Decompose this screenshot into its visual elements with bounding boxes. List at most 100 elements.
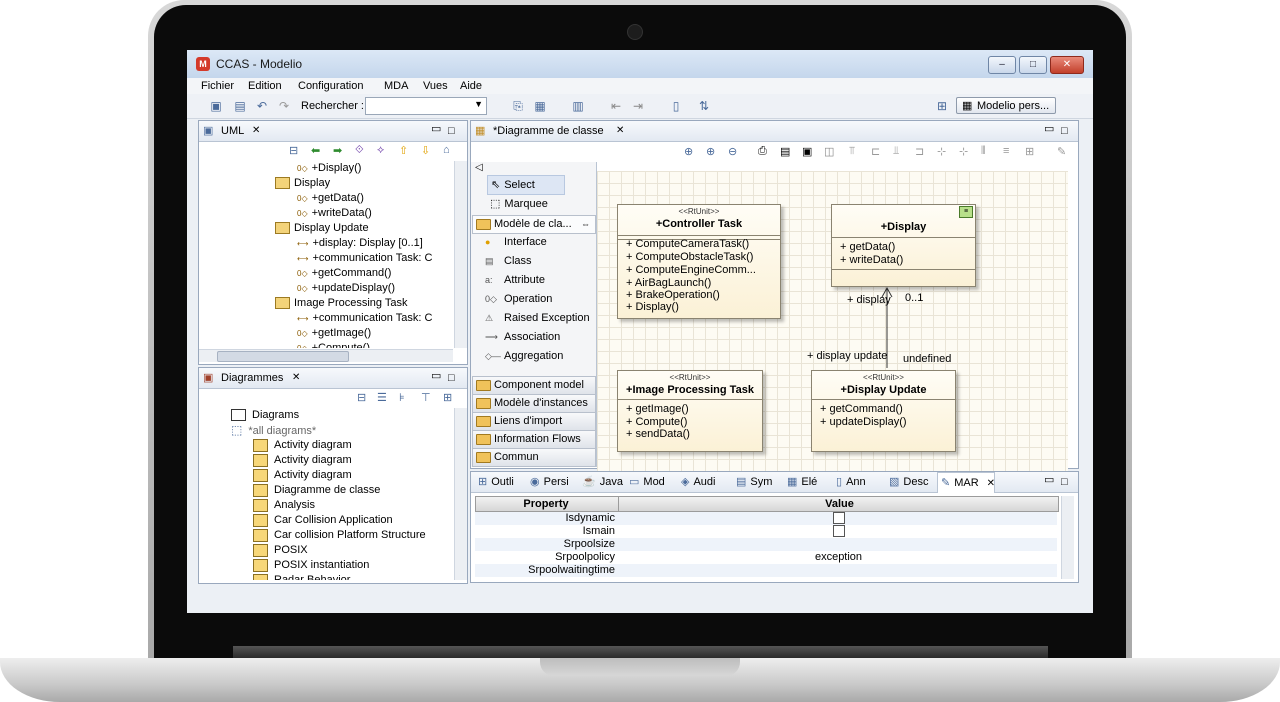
operation[interactable]: + sendData() [626,428,690,440]
menu-configuration[interactable]: Configuration [298,78,363,94]
property-tab[interactable]: ▦ Elé [784,472,831,492]
operation[interactable]: + getData() [840,241,895,253]
open-project-icon[interactable]: ▣ [209,99,223,113]
diagram-item[interactable]: Activity diagram [199,438,352,453]
palette-select[interactable]: ⇖ Select [487,175,565,195]
link-icon[interactable]: ⟐ [355,144,364,157]
palette-group[interactable]: Component model [472,376,596,395]
grid-icon[interactable]: ⊞ [1025,145,1034,158]
close-tab-icon[interactable]: ✕ [252,121,260,141]
perspective-button[interactable]: ▦ Modelio pers... [956,97,1056,114]
export-icon[interactable]: ▤ [780,145,790,158]
diagram-item[interactable]: Car Collision Application [199,513,393,528]
arrow-down-icon[interactable]: ⇩ [421,144,430,157]
operation[interactable]: + Display() [626,301,679,313]
tree-item[interactable]: Image Processing Task [199,296,408,311]
scrollbar-thumb[interactable] [217,351,349,362]
align-right-icon[interactable]: ⊐ [915,145,924,158]
palette-item[interactable]: ▤ Class [485,252,596,270]
minimize-view-icon[interactable]: ▭ [1044,470,1054,490]
open-perspective-icon[interactable]: ⊞ [935,99,949,113]
tree-icon[interactable]: ⊧ [399,391,405,404]
palette-group[interactable]: Liens d'import [472,412,596,431]
tree-item[interactable]: 0◇ +getData() [199,191,364,206]
operation[interactable]: + writeData() [840,254,903,266]
diagrams-vertical-scrollbar[interactable] [454,408,467,580]
diagram-item[interactable]: Activity diagram [199,453,352,468]
undo-icon[interactable]: ↶ [255,99,269,113]
palette-item[interactable]: ⚠ Raised Exception [485,309,596,327]
operation[interactable]: + AirBagLaunch() [626,277,711,289]
sort-icon[interactable]: ⇅ [697,99,711,113]
palette-group[interactable]: Commun [472,448,596,467]
property-tab[interactable]: ☕ Java [579,472,624,492]
uml-horizontal-scrollbar[interactable] [199,349,453,362]
arrow-up-icon[interactable]: ⇧ [399,144,408,157]
close-button[interactable]: ✕ [1050,56,1084,74]
distribute-h-icon[interactable]: ⫴ [981,145,986,158]
back-icon[interactable]: ⇤ [609,99,623,113]
chevron-down-icon[interactable]: ▼ [474,99,483,109]
home-icon[interactable]: ⌂ [443,144,450,156]
image-icon[interactable]: ▣ [802,145,812,158]
maximize-view-icon[interactable]: □ [448,121,455,141]
settings-icon[interactable]: ⊞ [443,391,452,404]
align-middle-icon[interactable]: ⊹ [959,145,968,158]
zoom-out-icon[interactable]: ⊖ [728,145,737,158]
palette-group-class-model[interactable]: Modèle de cla... ⇔ [472,215,596,234]
tree-item[interactable]: Display Update [199,221,369,236]
diagram-item[interactable]: Radar Behavior [199,573,350,580]
operation[interactable]: + getCommand() [820,403,903,415]
property-tab[interactable]: ◉ Persi [527,472,577,492]
tree-item[interactable]: ⟷ +communication Task: C [199,311,432,326]
tree-item[interactable]: ⟷ +communication Task: C [199,251,432,266]
menu-edition[interactable]: Edition [248,78,282,94]
minimize-button[interactable]: – [988,56,1016,74]
minimize-view-icon[interactable]: ▭ [431,119,441,139]
property-tab[interactable]: ◈ Audi [678,472,731,492]
arrow-right-icon[interactable]: ➡ [333,144,342,157]
tree-item[interactable]: 0◇ +Display() [199,161,361,176]
collapse-palette-icon[interactable]: ◁ [475,162,483,173]
forward-icon[interactable]: ⇥ [631,99,645,113]
palette-item[interactable]: ⟶ Association [485,328,596,346]
class-image-processing-task[interactable]: <<RtUnit>> +Image Processing Task + getI… [617,370,763,452]
diagram-item[interactable]: Activity diagram [199,468,352,483]
model-icon[interactable]: ▦ [533,99,547,113]
arrow-left-icon[interactable]: ⬅ [311,144,320,157]
operation[interactable]: + getImage() [626,403,689,415]
diagrams-tab[interactable]: ▣ Diagrammes ✕ ▭ □ [199,368,467,389]
property-value[interactable]: exception [620,551,1057,564]
tree-item[interactable]: Display [199,176,330,191]
diagram-item[interactable]: ⬚ *all diagrams* [199,423,316,438]
tree-item[interactable]: ⟷ +display: Display [0..1] [199,236,423,251]
operation[interactable]: + ComputeCameraTask() [626,238,749,250]
operation[interactable]: + updateDisplay() [820,416,907,428]
palette-item[interactable]: a: Attribute [485,271,596,289]
distribute-v-icon[interactable]: ≡ [1003,145,1009,157]
palette-item[interactable]: ● Interface [485,233,596,251]
close-tab-icon[interactable]: ✕ [987,478,995,489]
print-icon[interactable]: ⎙ [758,145,767,158]
tree-item[interactable]: 0◇ +getCommand() [199,266,391,281]
diagram-item[interactable]: Analysis [199,498,315,513]
filter-icon[interactable]: ☰ [377,391,387,404]
close-tab-icon[interactable]: ✕ [292,368,300,388]
tree-item[interactable]: 0◇+Compute() [199,341,370,348]
maximize-button[interactable]: □ [1019,56,1047,74]
diagram-icon[interactable]: ▥ [571,99,585,113]
operation[interactable]: + ComputeEngineComm... [626,264,756,276]
checkbox[interactable] [832,512,845,524]
link-all-icon[interactable]: ⟡ [377,144,384,157]
zoom-fit-icon[interactable]: ⊕ [706,145,715,158]
brush-icon[interactable]: ✎ [1057,145,1066,158]
diagram-item[interactable]: Diagramme de classe [199,483,380,498]
uml-tab[interactable]: ▣ UML ✕ ▭ □ [199,121,467,142]
class-display-update[interactable]: <<RtUnit>> +Display Update + getCommand(… [811,370,956,452]
expand-icon[interactable]: ⊤ [421,391,431,404]
property-tab[interactable]: ✎ MAR ✕ [937,472,995,493]
palette-group[interactable]: Modèle d'instances [472,394,596,413]
align-bottom-icon[interactable]: ⫫ [893,145,899,158]
operation[interactable]: + BrakeOperation() [626,289,720,301]
maximize-view-icon[interactable]: □ [1061,472,1068,492]
